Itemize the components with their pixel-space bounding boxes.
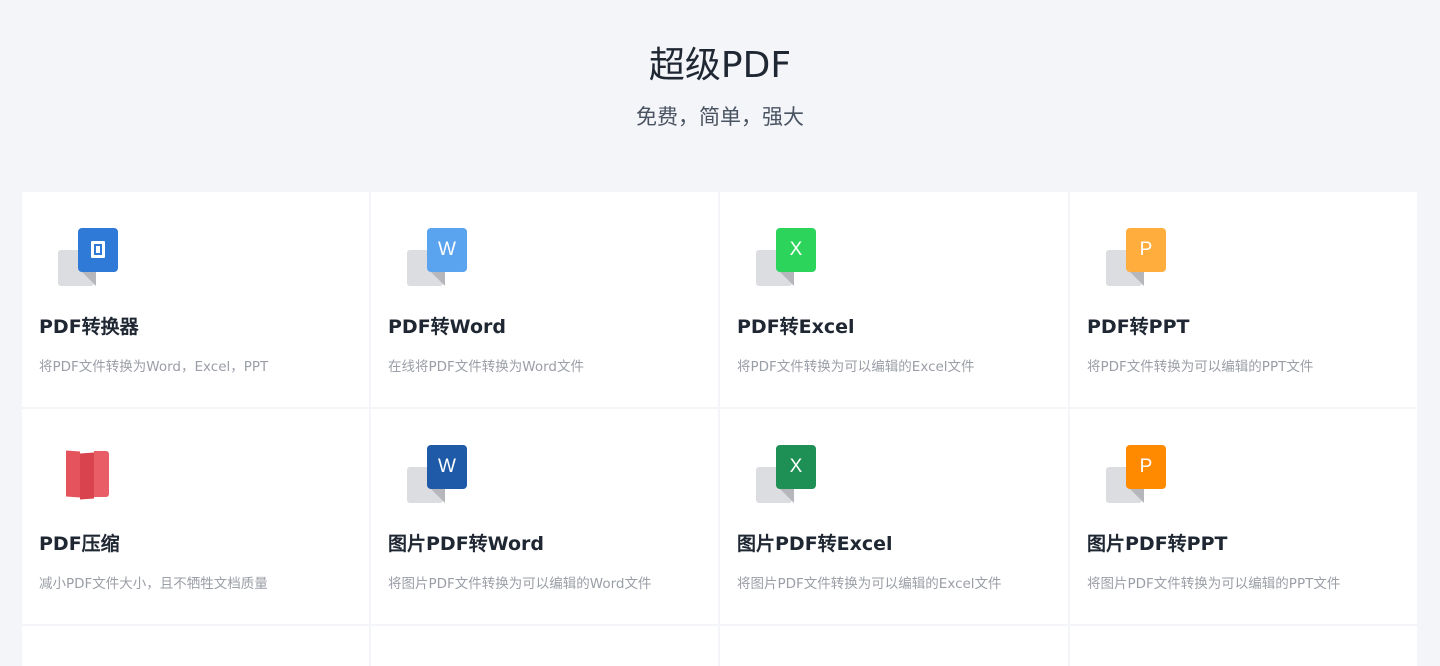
ppt-icon: P bbox=[1106, 228, 1168, 290]
tool-card-description: 将图片PDF文件转换为可以编辑的Excel文件 bbox=[737, 576, 1002, 592]
word-icon: W bbox=[407, 228, 469, 290]
excel-icon: X bbox=[756, 228, 818, 290]
office-icon bbox=[58, 228, 120, 290]
tool-card-image-pdf-to-excel[interactable]: X 图片PDF转Excel 将图片PDF文件转换为可以编辑的Excel文件 bbox=[720, 409, 1068, 624]
tool-card-image-pdf-to-ppt[interactable]: P 图片PDF转PPT 将图片PDF文件转换为可以编辑的PPT文件 bbox=[1070, 409, 1417, 624]
tool-card-title: 图片PDF转Word bbox=[388, 533, 544, 555]
tool-card-description: 将PDF文件转换为可以编辑的Excel文件 bbox=[737, 359, 975, 375]
tool-card-title: PDF转Excel bbox=[737, 316, 855, 338]
tool-card-description: 减小PDF文件大小，且不牺牲文档质量 bbox=[39, 576, 268, 592]
tool-card-pdf-to-ppt[interactable]: P PDF转PPT 将PDF文件转换为可以编辑的PPT文件 bbox=[1070, 192, 1417, 407]
tool-card-description: 将图片PDF文件转换为可以编辑的PPT文件 bbox=[1087, 576, 1341, 592]
tool-card-pdf-compress[interactable]: PDF压缩 减小PDF文件大小，且不牺牲文档质量 bbox=[22, 409, 369, 624]
word-icon: W bbox=[407, 445, 469, 507]
tool-card-partial[interactable] bbox=[1070, 626, 1417, 666]
tool-card-title: PDF转Word bbox=[388, 316, 506, 338]
tool-card-pdf-converter[interactable]: PDF转换器 将PDF文件转换为Word，Excel，PPT bbox=[22, 192, 369, 407]
tool-card-title: 图片PDF转PPT bbox=[1087, 533, 1228, 555]
tool-card-title: PDF转PPT bbox=[1087, 316, 1190, 338]
tool-card-pdf-to-word[interactable]: W PDF转Word 在线将PDF文件转换为Word文件 bbox=[371, 192, 718, 407]
tool-card-title: 图片PDF转Excel bbox=[737, 533, 893, 555]
tool-card-title: PDF压缩 bbox=[39, 533, 120, 555]
tool-grid: PDF转换器 将PDF文件转换为Word，Excel，PPT W PDF转Wor… bbox=[22, 192, 1418, 666]
page-subtitle: 免费，简单，强大 bbox=[636, 105, 804, 129]
tool-card-partial[interactable] bbox=[720, 626, 1068, 666]
tool-card-image-pdf-to-word[interactable]: W 图片PDF转Word 将图片PDF文件转换为可以编辑的Word文件 bbox=[371, 409, 718, 624]
tool-card-partial[interactable] bbox=[22, 626, 369, 666]
ppt-icon: P bbox=[1106, 445, 1168, 507]
page-title: 超级PDF bbox=[648, 45, 792, 86]
tool-card-pdf-to-excel[interactable]: X PDF转Excel 将PDF文件转换为可以编辑的Excel文件 bbox=[720, 192, 1068, 407]
tool-card-description: 将PDF文件转换为可以编辑的PPT文件 bbox=[1087, 359, 1314, 375]
tool-card-partial[interactable] bbox=[371, 626, 718, 666]
compress-icon bbox=[66, 450, 110, 501]
tool-card-description: 在线将PDF文件转换为Word文件 bbox=[388, 359, 585, 375]
tool-card-title: PDF转换器 bbox=[39, 316, 139, 338]
tool-card-description: 将PDF文件转换为Word，Excel，PPT bbox=[39, 359, 269, 375]
excel-icon: X bbox=[756, 445, 818, 507]
tool-card-description: 将图片PDF文件转换为可以编辑的Word文件 bbox=[388, 576, 652, 592]
